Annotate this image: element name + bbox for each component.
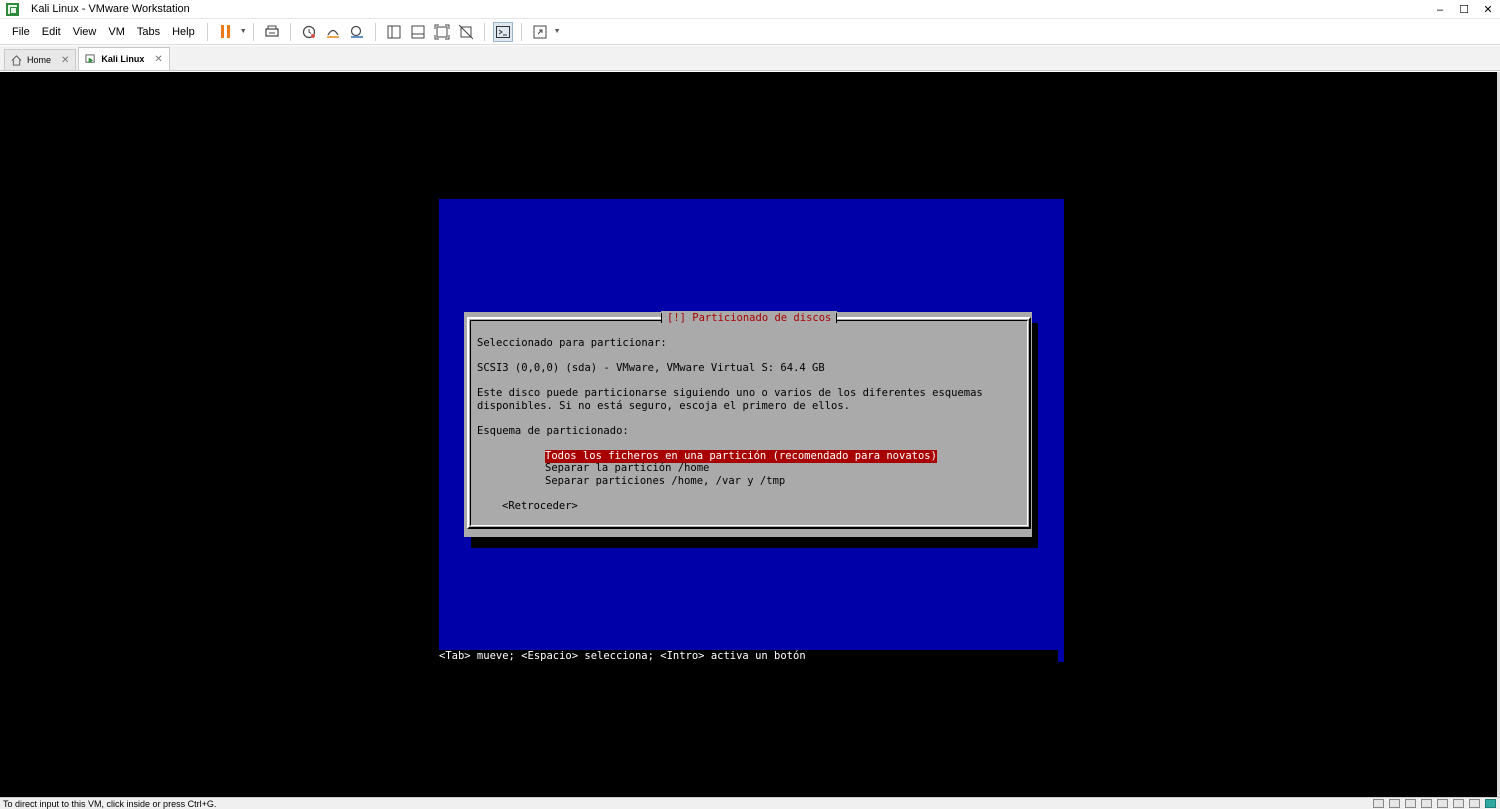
status-bar: To direct input to this VM, click inside… (0, 797, 1500, 809)
tab-label: Kali Linux (101, 54, 145, 64)
send-ctrl-alt-del-icon (265, 25, 279, 37)
disk-label: SCSI3 (0,0,0) (sda) - VMware, VMware Vir… (477, 362, 825, 374)
scheme-label: Esquema de particionado: (477, 425, 629, 437)
menu-tabs[interactable]: Tabs (131, 26, 166, 38)
option-all-in-one[interactable]: Todos los ficheros en una partición (rec… (545, 450, 937, 463)
unity-button[interactable] (456, 22, 476, 42)
stretch-guest-button[interactable] (530, 22, 550, 42)
installer-screen[interactable]: [!] Particionado de discos Seleccionado … (439, 199, 1064, 662)
console-view-icon (495, 25, 510, 38)
keyboard-help: <Tab> mueve; <Espacio> selecciona; <Intr… (439, 650, 1058, 662)
toolbar-separator (252, 22, 254, 41)
close-icon[interactable]: ✕ (61, 55, 69, 66)
sound-icon[interactable] (1437, 799, 1448, 808)
tab-label: Home (27, 55, 52, 65)
chevron-down-icon[interactable]: ▼ (240, 28, 247, 35)
menu-toolbar: File Edit View VM Tabs Help ▼ ▼ (0, 19, 1500, 45)
close-icon[interactable]: ✕ (154, 54, 162, 65)
full-screen-button[interactable] (432, 22, 452, 42)
console-view-button[interactable] (492, 21, 513, 42)
vm-icon (85, 53, 96, 63)
close-button[interactable]: ✕ (1476, 0, 1500, 19)
description-line-2: disponibles. Si no está seguro, escoja e… (477, 400, 850, 412)
snapshot-icon (302, 25, 315, 38)
option-separate-home[interactable]: Separar la partición /home (545, 462, 709, 475)
menu-file[interactable]: File (6, 26, 36, 38)
snapshot-manager-button[interactable] (347, 22, 367, 42)
send-ctrl-alt-del-button[interactable] (262, 22, 282, 42)
tab-home[interactable]: Home ✕ (4, 49, 77, 70)
menu-edit[interactable]: Edit (36, 26, 67, 38)
show-library-button[interactable] (384, 22, 404, 42)
menu-view[interactable]: View (67, 26, 103, 38)
menu-vm[interactable]: VM (102, 26, 131, 38)
toolbar-separator (374, 22, 376, 41)
cd-drive-icon[interactable] (1389, 799, 1400, 808)
window-controls: – ☐ ✕ (1428, 0, 1500, 19)
minimize-button[interactable]: – (1428, 0, 1452, 19)
selected-for-label: Seleccionado para particionar: (477, 337, 667, 349)
device-icons (1373, 799, 1496, 808)
snapshot-manager-icon (350, 25, 363, 38)
description-line-1: Este disco puede particionarse siguiendo… (477, 387, 983, 399)
snapshot-button[interactable] (299, 22, 319, 42)
network-icon[interactable] (1405, 799, 1416, 808)
hard-disk-icon[interactable] (1373, 799, 1384, 808)
revert-snapshot-icon (326, 29, 339, 38)
title-bar: Kali Linux - VMware Workstation – ☐ ✕ (0, 0, 1500, 19)
pause-icon (221, 25, 231, 38)
chevron-down-icon[interactable]: ▼ (554, 28, 561, 35)
toolbar-separator (520, 22, 522, 41)
status-text: To direct input to this VM, click inside… (3, 798, 217, 809)
toolbar-separator (206, 22, 208, 41)
usb-icon[interactable] (1421, 799, 1432, 808)
window-title: Kali Linux - VMware Workstation (31, 3, 190, 15)
message-log-icon[interactable] (1469, 799, 1480, 808)
pause-button[interactable] (216, 22, 236, 42)
revert-snapshot-button[interactable] (323, 22, 343, 42)
thumbnail-bar-button[interactable] (408, 22, 428, 42)
dialog-title: [!] Particionado de discos (661, 311, 838, 325)
menu-help[interactable]: Help (166, 26, 201, 38)
toolbar-separator (289, 22, 291, 41)
view-sidebar-icon (387, 25, 401, 38)
stretch-guest-icon (533, 25, 547, 38)
option-separate-home-var-tmp[interactable]: Separar particiones /home, /var y /tmp (545, 475, 785, 488)
full-screen-icon (434, 24, 450, 39)
toolbar-separator (483, 22, 485, 41)
tab-bar: Home ✕ Kali Linux ✕ (0, 46, 1500, 71)
vmware-tools-icon[interactable] (1485, 799, 1496, 808)
view-thumbnail-icon (411, 25, 425, 38)
vmware-app-icon (6, 2, 19, 16)
back-button[interactable]: <Retroceder> (502, 500, 578, 513)
unity-icon (458, 24, 474, 39)
maximize-button[interactable]: ☐ (1452, 0, 1476, 19)
tab-kali-linux[interactable]: Kali Linux ✕ (78, 47, 170, 70)
home-icon (11, 54, 22, 66)
display-icon[interactable] (1453, 799, 1464, 808)
